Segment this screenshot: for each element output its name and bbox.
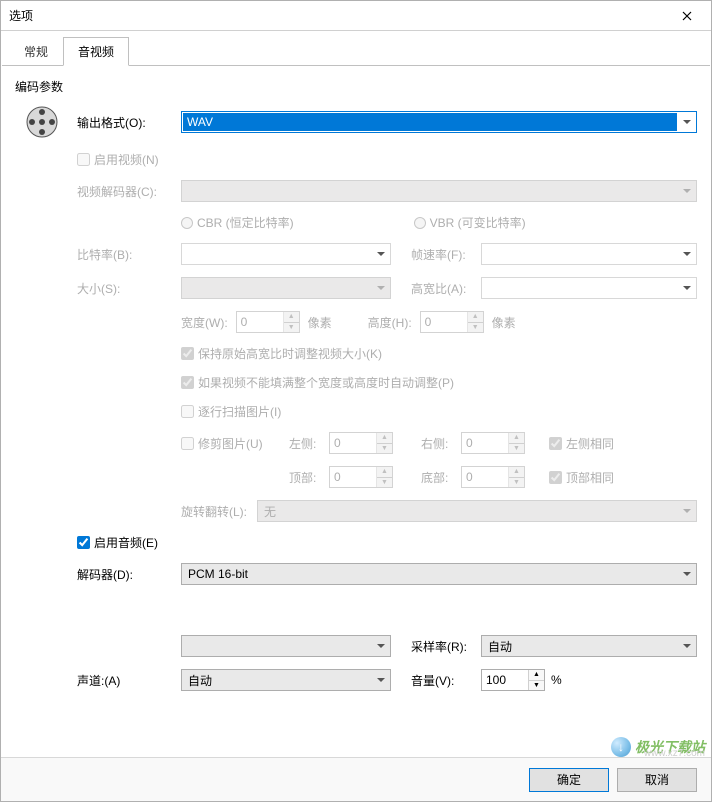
label-interlaced: 逐行扫描图片(I)	[198, 403, 281, 420]
size-dropdown	[181, 277, 391, 299]
chevron-down-icon	[678, 245, 695, 263]
height-input	[421, 312, 467, 332]
blank-dropdown[interactable]	[181, 635, 391, 657]
bitrate-dropdown	[181, 243, 391, 265]
chevron-down-icon	[678, 565, 695, 583]
enable-video-checkbox	[77, 153, 90, 166]
label-keep-ratio: 保持原始高宽比时调整视频大小(K)	[198, 345, 382, 362]
tab-general[interactable]: 常规	[9, 37, 63, 66]
label-enable-video: 启用视频(N)	[94, 151, 159, 168]
label-pixels-2: 像素	[492, 314, 516, 331]
crop-bottom-stepper: ▲▼	[461, 466, 525, 488]
label-percent: %	[551, 673, 562, 687]
cancel-button[interactable]: 取消	[617, 768, 697, 792]
label-bottom: 底部:	[421, 469, 453, 486]
label-output-format: 输出格式(O):	[77, 114, 181, 131]
label-right: 右侧:	[421, 435, 453, 452]
label-same-top: 顶部相同	[566, 469, 614, 486]
auto-adjust-checkbox	[181, 376, 194, 389]
volume-input[interactable]	[482, 670, 528, 690]
crop-left-input	[330, 433, 376, 453]
crop-top-input	[330, 467, 376, 487]
chevron-down-icon	[678, 279, 695, 297]
rotate-value: 无	[262, 503, 276, 520]
label-rotate: 旋转翻转(L):	[181, 503, 257, 520]
ok-label: 确定	[557, 771, 581, 788]
label-samplerate: 采样率(R):	[411, 638, 481, 655]
audio-decoder-dropdown[interactable]: PCM 16-bit	[181, 563, 697, 585]
same-left-checkbox	[549, 437, 562, 450]
crop-left-stepper: ▲▼	[329, 432, 393, 454]
label-cbr: CBR (恒定比特率)	[197, 214, 294, 231]
label-volume: 音量(V):	[411, 672, 481, 689]
crop-top-stepper: ▲▼	[329, 466, 393, 488]
label-width: 宽度(W):	[181, 314, 228, 331]
framerate-dropdown	[481, 243, 697, 265]
enable-audio-checkbox[interactable]	[77, 536, 90, 549]
window-title: 选项	[9, 7, 671, 24]
samplerate-dropdown[interactable]: 自动	[481, 635, 697, 657]
label-same-left: 左侧相同	[566, 435, 614, 452]
chevron-down-icon	[372, 279, 389, 297]
output-format-value: WAV	[183, 113, 677, 131]
label-framerate: 帧速率(F):	[411, 246, 481, 263]
label-size: 大小(S):	[77, 280, 181, 297]
width-input	[237, 312, 283, 332]
output-format-dropdown[interactable]: WAV	[181, 111, 697, 133]
chevron-down-icon	[678, 182, 695, 200]
channels-dropdown[interactable]: 自动	[181, 669, 391, 691]
keep-ratio-checkbox	[181, 347, 194, 360]
aspect-dropdown	[481, 277, 697, 299]
label-bitrate: 比特率(B):	[77, 246, 181, 263]
label-top: 顶部:	[289, 469, 321, 486]
same-top-checkbox	[549, 471, 562, 484]
crop-bottom-input	[462, 467, 508, 487]
close-icon	[682, 11, 692, 21]
label-decoder: 解码器(D):	[77, 566, 181, 583]
crop-right-stepper: ▲▼	[461, 432, 525, 454]
chevron-down-icon	[372, 637, 389, 655]
chevron-down-icon	[372, 245, 389, 263]
label-enable-audio: 启用音频(E)	[94, 534, 158, 551]
label-channels: 声道:(A)	[77, 672, 181, 689]
height-stepper: ▲▼	[420, 311, 484, 333]
label-left: 左侧:	[289, 435, 321, 452]
chevron-down-icon	[678, 113, 695, 131]
crop-checkbox	[181, 437, 194, 450]
rotate-dropdown: 无	[257, 500, 697, 522]
close-button[interactable]	[671, 4, 703, 28]
label-video-decoder: 视频解码器(C):	[77, 183, 181, 200]
film-reel-icon	[25, 105, 59, 139]
cancel-label: 取消	[645, 771, 669, 788]
width-stepper: ▲▼	[236, 311, 300, 333]
chevron-down-icon	[372, 671, 389, 689]
chevron-down-icon	[678, 637, 695, 655]
ok-button[interactable]: 确定	[529, 768, 609, 792]
label-crop: 修剪图片(U)	[198, 435, 263, 452]
label-auto-adjust: 如果视频不能填满整个宽度或高度时自动调整(P)	[198, 374, 454, 391]
audio-decoder-value: PCM 16-bit	[186, 567, 248, 581]
samplerate-value: 自动	[486, 638, 512, 655]
tab-av[interactable]: 音视频	[63, 37, 129, 66]
cbr-radio	[181, 217, 193, 229]
crop-right-input	[462, 433, 508, 453]
label-height: 高度(H):	[368, 314, 412, 331]
video-decoder-dropdown	[181, 180, 697, 202]
section-label: 编码参数	[15, 78, 697, 95]
chevron-down-icon	[678, 502, 695, 520]
channels-value: 自动	[186, 672, 212, 689]
label-vbr: VBR (可变比特率)	[430, 214, 526, 231]
volume-stepper[interactable]: ▲▼	[481, 669, 545, 691]
vbr-radio	[414, 217, 426, 229]
label-pixels-1: 像素	[308, 314, 332, 331]
interlaced-checkbox	[181, 405, 194, 418]
label-aspect: 高宽比(A):	[411, 280, 481, 297]
